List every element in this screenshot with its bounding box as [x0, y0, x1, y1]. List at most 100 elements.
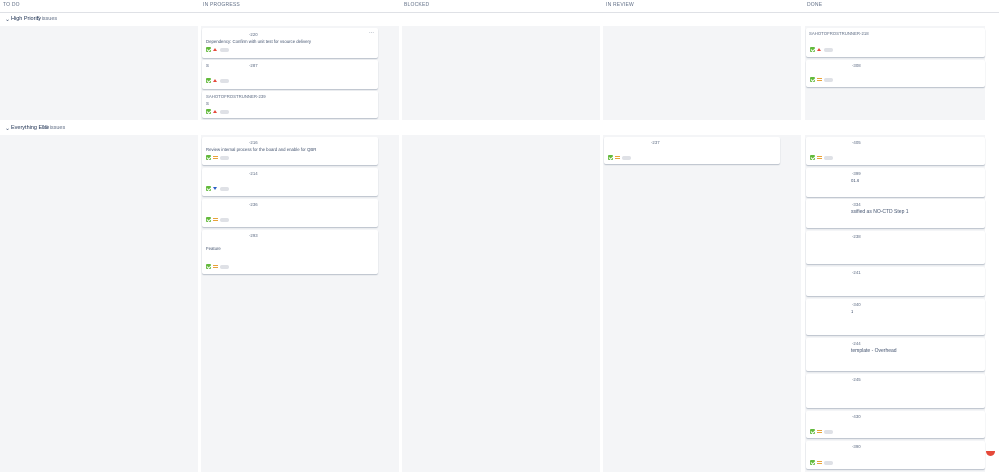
estimate-badge — [220, 78, 229, 83]
issue-key: -390 — [852, 444, 861, 449]
issue-key: -430 — [852, 414, 861, 419]
issue-card[interactable]: -308 — [806, 60, 985, 87]
issue-card[interactable]: -405 — [806, 137, 985, 165]
card-footer — [810, 47, 833, 52]
issue-key: -241 — [852, 270, 861, 275]
more-icon[interactable]: ⋯ — [369, 30, 374, 36]
issue-summary: ssified as NO-CTD Step 1 — [851, 209, 909, 215]
issue-summary: S — [206, 101, 209, 106]
issue-key: -244 — [852, 341, 861, 346]
priority-high-icon — [213, 47, 218, 52]
issue-summary: Review internal process for the board an… — [206, 147, 317, 152]
story-icon — [206, 109, 211, 114]
estimate-badge — [824, 460, 833, 465]
issue-card[interactable]: -238 — [806, 231, 985, 264]
swimlane-issue-count: 5 issues — [37, 16, 58, 22]
estimate-badge — [824, 77, 833, 82]
issue-card[interactable]: SAHOTOFROSTRUNNER-239 S — [202, 91, 378, 118]
issue-card[interactable]: -244 template - Overhead — [806, 338, 985, 371]
issue-card[interactable]: ⋯ -220 Dependency: Confirm with unit tes… — [202, 28, 378, 58]
priority-medium-icon — [817, 429, 822, 434]
issue-card[interactable]: -216 Review internal process for the boa… — [202, 137, 378, 165]
issue-key: -237 — [651, 140, 660, 145]
priority-medium-icon — [213, 264, 218, 269]
issue-summary: 1 — [851, 309, 854, 314]
issue-key: -293 — [249, 233, 258, 238]
issue-key: -236 — [249, 202, 258, 207]
column-title-in-review: IN REVIEW — [606, 2, 634, 8]
priority-medium-icon — [615, 155, 620, 160]
story-icon — [810, 155, 815, 160]
issue-card[interactable]: -293 Feature — [202, 230, 378, 274]
story-icon — [810, 460, 815, 465]
issue-card[interactable]: -340 1 — [806, 299, 985, 335]
board-column-headers: TO DO IN PROGRESS BLOCKED IN REVIEW DONE — [0, 0, 999, 13]
card-footer — [206, 264, 229, 269]
issue-summary: Dependency: Confirm with unit test for v… — [206, 39, 312, 44]
issue-key: SAHOTOFROSTRUNNER-239 — [206, 94, 266, 99]
card-footer — [810, 155, 833, 160]
estimate-badge — [220, 264, 229, 269]
issue-summary: 01.6 — [851, 178, 860, 183]
column-title-blocked: BLOCKED — [404, 2, 430, 8]
issue-card[interactable]: SAHOTOFROSTRUNNER-218 — [806, 28, 985, 57]
estimate-badge — [220, 109, 229, 114]
story-icon — [810, 77, 815, 82]
card-footer — [206, 47, 229, 52]
priority-high-icon — [213, 109, 218, 114]
lane-cell-in-review — [603, 135, 801, 472]
issue-card[interactable]: -241 — [806, 267, 985, 296]
issue-key: -245 — [852, 377, 861, 382]
issue-key: -214 — [249, 171, 258, 176]
lane-cell-todo — [0, 135, 198, 472]
lane-cell-in-review — [603, 26, 801, 120]
card-footer — [206, 186, 229, 191]
issue-card[interactable]: -236 — [202, 199, 378, 227]
chevron-down-icon[interactable]: ⌄ — [5, 16, 10, 23]
story-icon — [810, 47, 815, 52]
chevron-down-icon[interactable]: ⌄ — [5, 125, 10, 132]
issue-key: -287 — [249, 63, 258, 68]
issue-key: -340 — [852, 302, 861, 307]
story-icon — [206, 264, 211, 269]
card-footer — [608, 155, 631, 160]
card-footer — [206, 109, 229, 114]
issue-key: -334 — [852, 202, 861, 207]
estimate-badge — [220, 186, 229, 191]
feedback-tab-icon[interactable] — [986, 451, 995, 456]
story-icon — [206, 78, 211, 83]
priority-high-icon — [213, 78, 218, 83]
swimlane-high-priority[interactable]: ⌄ High Priority 5 issues — [0, 13, 999, 25]
card-footer — [810, 77, 833, 82]
card-footer — [206, 78, 229, 83]
issue-key: -238 — [852, 234, 861, 239]
issue-card[interactable]: -430 — [806, 411, 985, 438]
story-icon — [206, 186, 211, 191]
swimlane-everything-else[interactable]: ⌄ Everything Else 15 issues — [0, 122, 999, 134]
issue-card[interactable]: -237 — [604, 137, 780, 164]
lane-cell-todo — [0, 26, 198, 120]
priority-medium-icon — [817, 77, 822, 82]
priority-medium-icon — [817, 155, 822, 160]
issue-summary-extra: Feature — [206, 246, 221, 251]
issue-key: SAHOTOFROSTRUNNER-218 — [809, 31, 869, 36]
estimate-badge — [220, 47, 229, 52]
priority-high-icon — [817, 47, 822, 52]
issue-key: -405 — [852, 140, 861, 145]
estimate-badge — [824, 47, 833, 52]
issue-card[interactable]: -287 S — [202, 60, 378, 89]
lane-cell-blocked — [402, 26, 600, 120]
card-footer — [810, 429, 833, 434]
card-footer — [810, 460, 833, 465]
column-title-in-progress: IN PROGRESS — [203, 2, 240, 8]
card-footer — [206, 217, 229, 222]
issue-card[interactable]: -334 ssified as NO-CTD Step 1 — [806, 199, 985, 228]
column-title-todo: TO DO — [3, 2, 20, 8]
issue-card[interactable]: -399 01.6 — [806, 168, 985, 197]
issue-card[interactable]: -390 — [806, 441, 985, 469]
story-icon — [206, 217, 211, 222]
issue-card[interactable]: -245 — [806, 374, 985, 408]
issue-card[interactable]: -214 — [202, 168, 378, 196]
issue-summary: template - Overhead — [851, 348, 897, 354]
issue-key: -216 — [249, 140, 258, 145]
